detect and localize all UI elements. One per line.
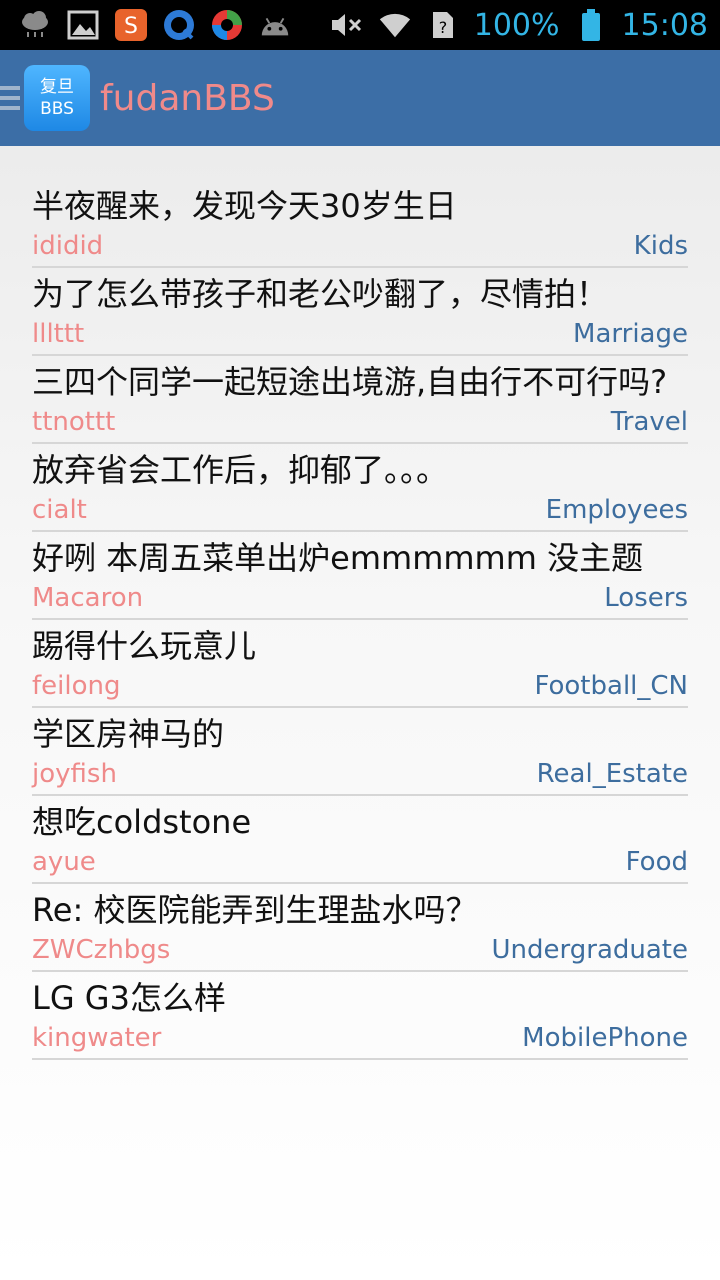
- post-meta: joyfish Real_Estate: [32, 754, 688, 794]
- post-meta: Macaron Losers: [32, 578, 688, 618]
- sogou-icon: S: [114, 8, 148, 42]
- post-title: 放弃省会工作后，抑郁了。。。: [32, 451, 449, 489]
- post-author[interactable]: cialt: [32, 490, 87, 530]
- post-list-container[interactable]: 半夜醒来，发现今天30岁生日 ididid Kids 为了怎么带孩子和老公吵翻了，尽情…: [0, 146, 720, 1280]
- post-board[interactable]: MobilePhone: [522, 1018, 688, 1058]
- svg-text:S: S: [124, 14, 138, 39]
- post-title: LG G3怎么样: [32, 979, 226, 1017]
- battery-percent: 100%: [473, 7, 560, 43]
- list-item[interactable]: 踢得什么玩意儿 feilong Football_CN: [32, 620, 688, 708]
- post-title: Re: 校医院能弄到生理盐水吗？: [32, 891, 478, 929]
- post-author[interactable]: joyfish: [32, 754, 117, 794]
- app-logo[interactable]: 复旦 BBS: [24, 65, 90, 131]
- list-item[interactable]: 放弃省会工作后，抑郁了。。。 cialt Employees: [32, 444, 688, 532]
- post-meta: feilong Football_CN: [32, 666, 688, 706]
- clock: 15:08: [621, 7, 708, 43]
- post-author[interactable]: kingwater: [32, 1018, 161, 1058]
- post-board[interactable]: Real_Estate: [537, 754, 688, 794]
- post-author[interactable]: lllttt: [32, 314, 84, 354]
- post-meta: kingwater MobilePhone: [32, 1018, 688, 1058]
- post-author[interactable]: ZWCzhbgs: [32, 930, 170, 970]
- list-item[interactable]: 想吃coldstone ayue Food: [32, 796, 688, 884]
- post-meta: lllttt Marriage: [32, 314, 688, 354]
- list-item[interactable]: 好咧 本周五菜单出炉emmmmmm 没主题 Macaron Losers: [32, 532, 688, 620]
- list-item[interactable]: 学区房神马的 joyfish Real_Estate: [32, 708, 688, 796]
- status-bar: S ? 100% 15:08: [0, 0, 720, 50]
- post-board[interactable]: Employees: [546, 490, 688, 530]
- mute-icon: [330, 8, 364, 42]
- post-title: 半夜醒来，发现今天30岁生日: [32, 187, 457, 225]
- status-bar-system: ? 100% 15:08: [330, 8, 708, 43]
- post-title: 好咧 本周五菜单出炉emmmmmm 没主题: [32, 539, 644, 577]
- post-board[interactable]: Food: [626, 842, 688, 882]
- post-title: 为了怎么带孩子和老公吵翻了，尽情拍！: [32, 275, 609, 313]
- post-board[interactable]: Football_CN: [534, 666, 688, 706]
- post-meta: ayue Food: [32, 842, 688, 882]
- post-meta: cialt Employees: [32, 490, 688, 530]
- logo-line-1: 复旦: [40, 77, 74, 97]
- app-bar: 复旦 BBS fudanBBS: [0, 50, 720, 146]
- post-meta: ZWCzhbgs Undergraduate: [32, 930, 688, 970]
- post-author[interactable]: feilong: [32, 666, 121, 706]
- post-author[interactable]: ididid: [32, 226, 103, 266]
- svg-text:?: ?: [439, 18, 448, 37]
- list-item[interactable]: LG G3怎么样 kingwater MobilePhone: [32, 972, 688, 1060]
- logo-line-2: BBS: [40, 99, 74, 119]
- post-author[interactable]: Macaron: [32, 578, 143, 618]
- post-title: 学区房神马的: [32, 715, 225, 753]
- wifi-icon: [378, 8, 412, 42]
- battery-icon: [574, 8, 608, 42]
- post-meta: ttnottt Travel: [32, 402, 688, 442]
- post-author[interactable]: ayue: [32, 842, 96, 882]
- drawer-toggle-icon[interactable]: [0, 86, 20, 110]
- list-item[interactable]: 三四个同学一起短途出境游,自由行不可行吗? ttnottt Travel: [32, 356, 688, 444]
- qq-browser-icon: [162, 8, 196, 42]
- post-title: 踢得什么玩意儿: [32, 627, 257, 665]
- post-title: 三四个同学一起短途出境游,自由行不可行吗?: [32, 363, 668, 401]
- no-sim-icon: ?: [426, 8, 460, 42]
- post-board[interactable]: Travel: [611, 402, 688, 442]
- list-item[interactable]: 为了怎么带孩子和老公吵翻了，尽情拍！ lllttt Marriage: [32, 268, 688, 356]
- post-meta: ididid Kids: [32, 226, 688, 266]
- status-bar-notifications: S: [18, 8, 292, 42]
- cloud-rain-icon: [18, 8, 52, 42]
- post-list: 半夜醒来，发现今天30岁生日 ididid Kids 为了怎么带孩子和老公吵翻了，尽情…: [32, 180, 688, 1060]
- app-title: fudanBBS: [100, 77, 275, 119]
- post-author[interactable]: ttnottt: [32, 402, 115, 442]
- post-board[interactable]: Kids: [634, 226, 688, 266]
- list-item[interactable]: 半夜醒来，发现今天30岁生日 ididid Kids: [32, 180, 688, 268]
- post-board[interactable]: Undergraduate: [492, 930, 688, 970]
- post-board[interactable]: Losers: [604, 578, 688, 618]
- image-icon: [66, 8, 100, 42]
- list-item[interactable]: Re: 校医院能弄到生理盐水吗？ ZWCzhbgs Undergraduate: [32, 884, 688, 972]
- post-title: 想吃coldstone: [32, 803, 252, 841]
- post-board[interactable]: Marriage: [573, 314, 688, 354]
- color-ring-icon: [210, 8, 244, 42]
- android-icon: [258, 8, 292, 42]
